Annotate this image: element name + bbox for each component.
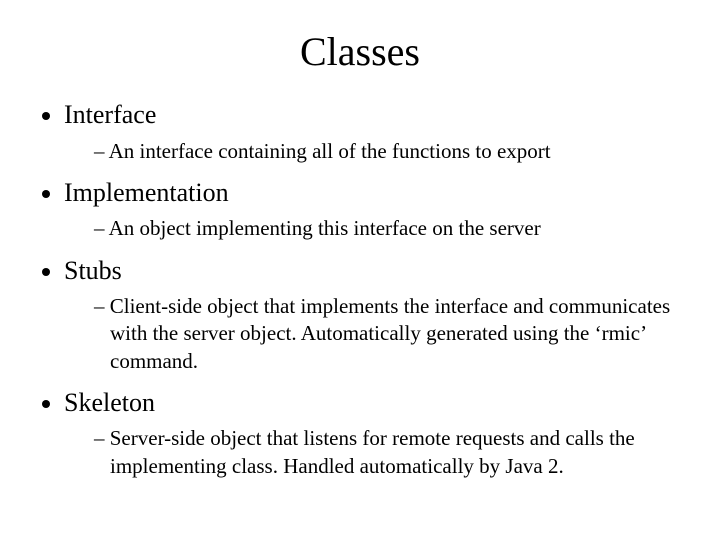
item-heading: Skeleton (64, 388, 155, 417)
item-heading: Stubs (64, 256, 122, 285)
sub-item: Client-side object that implements the i… (94, 293, 680, 375)
list-item: Implementation An object implementing th… (64, 177, 680, 243)
sub-item: Server-side object that listens for remo… (94, 425, 680, 480)
sub-list: Client-side object that implements the i… (94, 293, 680, 375)
sub-list: An interface containing all of the funct… (94, 138, 680, 165)
sub-list: Server-side object that listens for remo… (94, 425, 680, 480)
list-item: Skeleton Server-side object that listens… (64, 387, 680, 480)
slide-title: Classes (40, 28, 680, 75)
slide: Classes Interface An interface containin… (0, 0, 720, 540)
sub-list: An object implementing this interface on… (94, 215, 680, 242)
list-item: Interface An interface containing all of… (64, 99, 680, 165)
item-heading: Implementation (64, 178, 229, 207)
bullet-list: Interface An interface containing all of… (64, 99, 680, 480)
sub-item: An interface containing all of the funct… (94, 138, 680, 165)
list-item: Stubs Client-side object that implements… (64, 255, 680, 375)
sub-item: An object implementing this interface on… (94, 215, 680, 242)
item-heading: Interface (64, 100, 156, 129)
